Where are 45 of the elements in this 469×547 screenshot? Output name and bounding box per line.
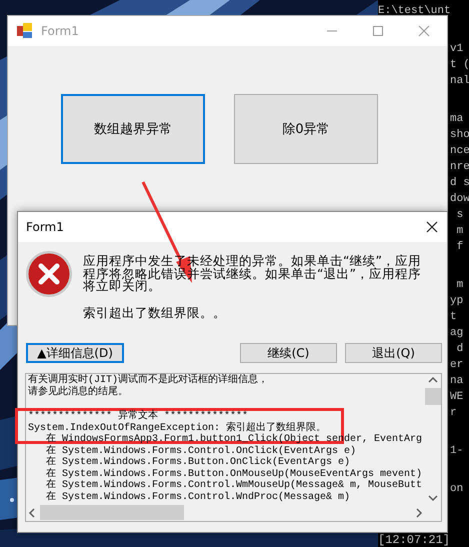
console-line: er <box>450 358 464 373</box>
details-line: 在 System.Windows.Forms.Control.WndProc(Message& m) <box>45 492 350 503</box>
details-line: ************** 异常文本 ************** <box>28 411 248 422</box>
console-line: m <box>456 278 464 293</box>
console-line: na <box>450 374 464 389</box>
details-line: 请参见此消息的结尾。 <box>28 386 128 398</box>
error-detail: 索引超出了数组界限。。 <box>83 304 227 322</box>
console-line: f <box>456 240 464 255</box>
console-line: d s <box>450 176 469 191</box>
form-button[interactable]: 除0异常 <box>234 94 378 164</box>
dialog-title: Form1 <box>26 220 64 234</box>
details-line: 在 System.Windows.Forms.Control.OnClick(EventArgs e) <box>45 446 356 456</box>
scrollbar-thumb[interactable] <box>425 388 441 405</box>
console-line: ag <box>450 326 464 341</box>
console-timestamp: [12:07:21] <box>378 534 450 547</box>
console-line: d <box>456 342 464 357</box>
form-button[interactable]: 数组越界异常 <box>61 94 205 164</box>
dialog-button[interactable]: 退出(Q) <box>345 343 442 363</box>
console-line: WE <box>450 390 464 405</box>
console-line: m <box>456 224 464 239</box>
console-line: ma <box>450 112 464 127</box>
details-line: 在 System.Windows.Forms.Control.WmMouseUp(Message& m, MouseButt <box>45 480 422 491</box>
scrollbar-thumb[interactable] <box>40 505 184 520</box>
console-line: nre <box>450 160 469 175</box>
console-line: 1- <box>450 444 464 459</box>
details-line: System.IndexOutOfRangeException: 索引超出了数组界限。 <box>28 422 326 434</box>
window-title: Form1 <box>41 24 79 38</box>
console-line: nal <box>450 74 469 89</box>
console-line: on <box>450 482 464 497</box>
console-line: v1 <box>450 42 464 57</box>
console-line: t ( <box>450 58 469 73</box>
error-icon <box>25 250 73 298</box>
console-line: sho <box>450 128 469 143</box>
console-line: nce <box>450 144 469 159</box>
console-line: E:\test\unt <box>378 4 451 19</box>
details-line: 在 System.Windows.Forms.Button.OnMouseUp(MouseEventArgs mevent) <box>45 468 422 480</box>
details-button[interactable]: ▲详细信息(D) <box>26 343 124 363</box>
app-icon <box>17 23 33 39</box>
console-line: yp <box>450 294 464 309</box>
console-line: r <box>450 406 457 421</box>
details-text-box[interactable] <box>25 373 442 522</box>
console-line: t <box>450 310 457 325</box>
details-line: 在 System.Windows.Forms.Button.OnClick(EventArgs e) <box>45 457 350 468</box>
dialog-button[interactable]: 继续(C) <box>240 343 337 363</box>
console-line: s <box>456 208 464 223</box>
